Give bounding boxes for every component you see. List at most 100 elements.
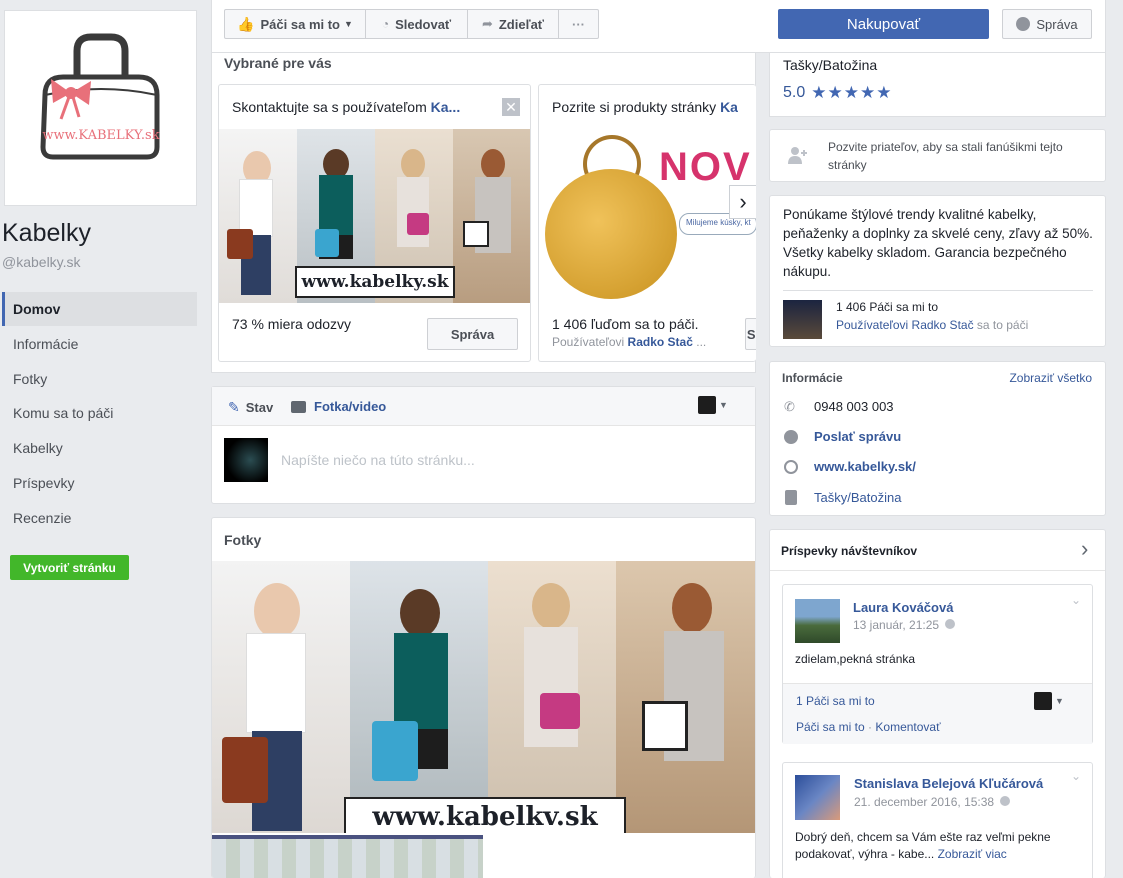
globe-icon: [784, 460, 798, 474]
page-category[interactable]: Tašky/Batožina: [783, 57, 877, 73]
rating[interactable]: 5.0 ★★★★★: [783, 83, 892, 103]
chevron-right-icon[interactable]: ›: [1081, 536, 1088, 562]
post-author[interactable]: Laura Kováčová: [853, 600, 953, 615]
follow-button[interactable]: ◔ Sledovať: [365, 9, 468, 39]
invite-friends-card[interactable]: Pozvite priateľov, aby sa stali fanúšikm…: [769, 129, 1106, 182]
avatar[interactable]: [795, 599, 840, 643]
comment-link[interactable]: Komentovať: [875, 720, 940, 734]
phone-number: 0948 003 003: [814, 399, 894, 414]
pencil-icon: ✎: [228, 399, 240, 415]
likes-stat: 1 406 ľuďom sa to páči.: [552, 316, 699, 332]
close-icon[interactable]: ✕: [502, 98, 520, 116]
product-image: NOV Milujeme kúsky, kt: [539, 129, 756, 303]
like-button[interactable]: 👍 Páči sa mi to ▼: [224, 9, 366, 39]
posting-as-selector[interactable]: ▼: [698, 396, 728, 414]
product-banner-text: NOV: [659, 145, 752, 189]
sidebar-item-reviews[interactable]: Recenzie: [2, 501, 197, 535]
photos-title[interactable]: Fotky: [224, 532, 261, 548]
photos-section: Fotky www.kabelkv.sk: [211, 517, 756, 878]
globe-icon: [1000, 796, 1011, 806]
avatar[interactable]: [795, 775, 840, 820]
avatar: [698, 396, 716, 414]
messenger-icon: [1016, 17, 1031, 31]
caret-down-icon: ▼: [344, 19, 353, 29]
category-tag-icon: [785, 490, 797, 505]
liked-by: Používateľovi Radko Stač ...: [552, 335, 707, 349]
globe-icon: [945, 619, 956, 629]
messenger-icon: [784, 430, 798, 444]
tab-photo-video[interactable]: Fotka/video: [291, 399, 386, 414]
sidebar-item-label: Fotky: [13, 371, 48, 387]
caret-down-icon: ▼: [1055, 696, 1064, 706]
avatar: [224, 438, 268, 482]
add-friend-icon: [788, 146, 808, 164]
star-rating-icon: ★★★★★: [811, 83, 893, 102]
category-link[interactable]: Tašky/Batožina: [814, 490, 901, 505]
visitor-post: Stanislava Belejová Kľučárová 21. decemb…: [782, 762, 1093, 878]
suggested-card-products[interactable]: Pozrite si produkty stránky Ka NOV Miluj…: [538, 84, 756, 362]
sidebar-item-photos[interactable]: Fotky: [2, 362, 197, 396]
photos-main-image[interactable]: www.kabelkv.sk: [212, 561, 755, 833]
sidebar-item-info[interactable]: Informácie: [2, 327, 197, 361]
composer-input[interactable]: Napíšte niečo na túto stránku...: [281, 452, 475, 468]
composer: ✎ Stav Fotka/video ▼ Napíšte niečo na tú…: [211, 386, 756, 504]
post-author[interactable]: Stanislava Belejová Kľučárová: [854, 776, 1043, 791]
sidebar-item-likes[interactable]: Komu sa to páči: [2, 396, 197, 430]
like-link[interactable]: Páči sa mi to: [796, 720, 865, 734]
photo-thumbnail[interactable]: [486, 835, 755, 878]
info-card: Informácie Zobraziť všetko ✆ 0948 003 00…: [769, 361, 1106, 516]
response-rate: 73 % miera odozvy: [232, 316, 352, 332]
see-all-link[interactable]: Zobraziť všetko: [1009, 371, 1092, 385]
post-likes-count[interactable]: 1 Páči sa mi to: [796, 694, 875, 708]
card-message-button[interactable]: Správ: [745, 318, 756, 350]
thumbs-up-icon: 👍: [237, 15, 255, 32]
share-button[interactable]: ➦ Zdieľať: [467, 9, 559, 39]
share-arrow-icon: ➦: [481, 16, 493, 31]
avatar: [1034, 692, 1052, 710]
card-next-arrow[interactable]: ›: [729, 185, 756, 219]
sidebar-item-label: Komu sa to páči: [13, 405, 114, 421]
visitor-post: Laura Kováčová 13 január, 21:25 ⌄ zdiela…: [782, 584, 1093, 744]
card-collage-image: www.kabelky.sk: [219, 129, 530, 303]
divider: [783, 290, 1093, 291]
kabelky-logo: www.KABELKY.sk: [40, 33, 160, 160]
create-page-button[interactable]: Vytvoriť stránku: [10, 555, 129, 580]
sidebar-item-home[interactable]: Domov: [2, 292, 197, 326]
page-handle[interactable]: @kabelky.sk: [2, 254, 81, 270]
sidebar-item-label: Recenzie: [13, 510, 72, 526]
sidebar-item-posts[interactable]: Príspevky: [2, 466, 197, 500]
card-message-button[interactable]: Správa: [427, 318, 518, 350]
page-profile-picture[interactable]: www.KABELKY.sk: [4, 10, 197, 206]
website-link[interactable]: www.kabelky.sk/: [814, 459, 916, 474]
logo-text: www.KABELKY.sk: [42, 128, 159, 143]
likes-count[interactable]: 1 406 Páči sa mi to: [836, 300, 938, 314]
category-rating-card: Tašky/Batožina 5.0 ★★★★★: [769, 53, 1106, 117]
post-date[interactable]: 13 január, 21:25: [853, 618, 956, 632]
post-options-chevron-icon[interactable]: ⌄: [1071, 593, 1081, 607]
visitor-posts-card: Príspevky návštevníkov › Laura Kováčová …: [769, 529, 1106, 878]
likes-friend: Používateľovi Radko Stač sa to páči: [836, 318, 1029, 332]
reaction-as-selector[interactable]: ▼: [1034, 692, 1064, 710]
visitor-posts-title[interactable]: Príspevky návštevníkov: [781, 544, 917, 558]
about-text: Ponúkame štýlové trendy kvalitné kabelky…: [783, 207, 1093, 279]
suggested-card-contact[interactable]: Skontaktujte sa s používateľom Ka... ✕ w…: [218, 84, 531, 362]
send-message-link[interactable]: Poslať správu: [814, 429, 901, 444]
page-title[interactable]: Kabelky: [2, 219, 91, 248]
message-button[interactable]: Správa: [1002, 9, 1092, 39]
phone-icon: ✆: [784, 399, 795, 414]
tab-status[interactable]: ✎ Stav: [228, 399, 273, 416]
more-options-button[interactable]: ···: [558, 9, 599, 39]
collage-banner: www.kabelky.sk: [295, 266, 455, 298]
camera-icon: [291, 400, 306, 413]
sidebar-item-kabelky[interactable]: Kabelky: [2, 431, 197, 465]
see-more-link[interactable]: Zobraziť viac: [938, 847, 1007, 861]
post-options-chevron-icon[interactable]: ⌄: [1071, 769, 1081, 783]
photos-banner: www.kabelkv.sk: [344, 797, 626, 833]
sidebar-item-label: Informácie: [13, 336, 79, 352]
divider: [770, 570, 1105, 571]
sidebar-item-label: Domov: [13, 301, 61, 317]
shop-now-button[interactable]: Nakupovať: [778, 9, 989, 39]
sidebar-item-label: Príspevky: [13, 475, 75, 491]
photo-thumbnail[interactable]: [212, 835, 483, 878]
post-date[interactable]: 21. december 2016, 15:38: [854, 795, 1011, 809]
